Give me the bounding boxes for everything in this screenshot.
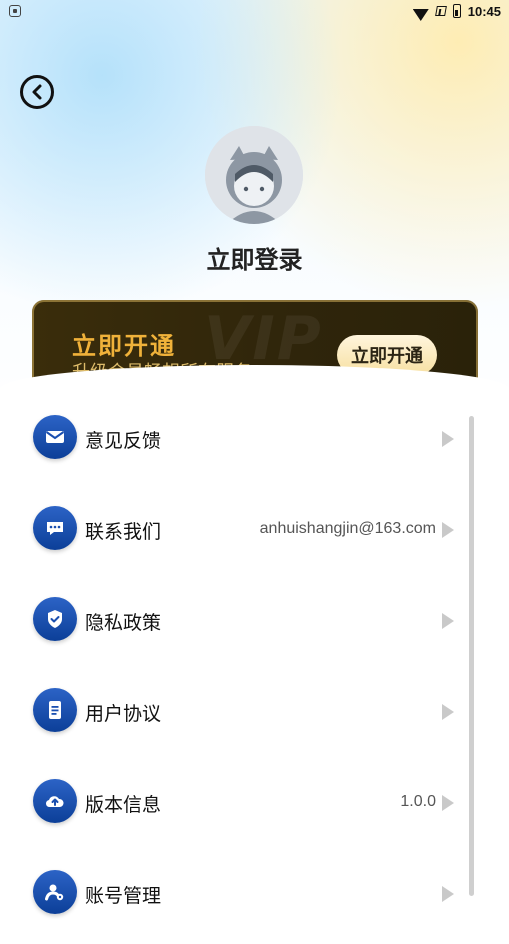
mail-icon [33, 415, 77, 459]
menu-label: 版本信息 [85, 794, 162, 816]
menu-item-version[interactable]: 版本信息 1.0.0 [0, 762, 509, 853]
chevron-right-icon [442, 795, 454, 811]
chevron-right-icon [442, 431, 454, 447]
menu-item-privacy[interactable]: 隐私政策 [0, 580, 509, 671]
user-settings-icon [33, 870, 77, 914]
version-value: 1.0.0 [400, 793, 436, 810]
avatar[interactable] [205, 126, 303, 224]
menu-item-contact[interactable]: 联系我们 anhuishangjin@163.com [0, 489, 509, 580]
document-icon [33, 688, 77, 732]
contact-email: anhuishangjin@163.com [259, 520, 436, 537]
menu-item-feedback[interactable]: 意见反馈 [0, 398, 509, 489]
cloud-upload-icon [33, 779, 77, 823]
shield-icon [33, 597, 77, 641]
back-button[interactable] [20, 75, 54, 109]
menu-item-account[interactable]: 账号管理 [0, 853, 509, 944]
chevron-right-icon [442, 522, 454, 538]
battery-icon [452, 4, 461, 18]
settings-menu: 意见反馈 联系我们 anhuishangjin@163.com 隐私政策 用户协… [0, 398, 509, 944]
status-right: 10:45 [413, 3, 501, 19]
status-bar: 10:45 [0, 0, 509, 24]
menu-label: 隐私政策 [85, 612, 162, 634]
chevron-right-icon [442, 886, 454, 902]
back-arrow-icon [32, 84, 42, 100]
app-status-icon [9, 5, 21, 17]
vip-title: 立即开通 [72, 332, 176, 360]
status-time: 10:45 [467, 3, 501, 19]
menu-item-user-agreement[interactable]: 用户协议 [0, 671, 509, 762]
scrollbar[interactable] [469, 416, 474, 896]
menu-label: 用户协议 [85, 703, 162, 725]
menu-label: 联系我们 [85, 521, 162, 543]
signal-icon [434, 6, 447, 16]
wifi-icon [413, 5, 429, 17]
chevron-right-icon [442, 613, 454, 629]
chat-icon [33, 506, 77, 550]
menu-label: 账号管理 [85, 885, 162, 907]
avatar-icon [205, 126, 303, 224]
menu-label: 意见反馈 [85, 430, 162, 452]
chevron-right-icon [442, 704, 454, 720]
login-title[interactable]: 立即登录 [0, 240, 509, 275]
